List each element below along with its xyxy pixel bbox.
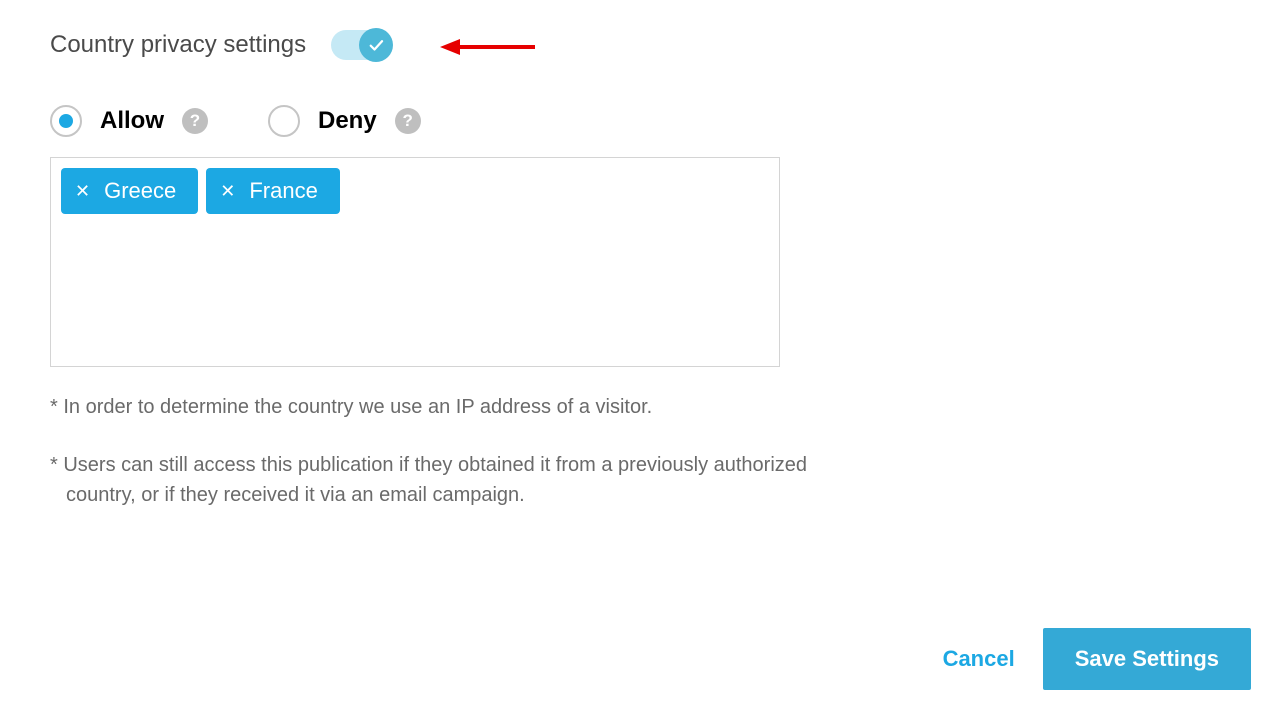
country-tag-label: Greece <box>104 178 176 204</box>
help-icon[interactable]: ? <box>395 108 421 134</box>
country-tag: ✕ Greece <box>61 168 198 214</box>
radio-deny[interactable]: Deny ? <box>268 105 421 137</box>
radio-label-allow: Allow <box>100 107 164 135</box>
mode-radio-group: Allow ? Deny ? <box>50 105 1229 137</box>
save-settings-button[interactable]: Save Settings <box>1043 628 1251 690</box>
section-title: Country privacy settings <box>50 31 306 59</box>
toggle-knob <box>359 28 393 62</box>
disclaimer-ip: * In order to determine the country we u… <box>50 392 830 422</box>
country-tag-container[interactable]: ✕ Greece ✕ France <box>50 157 780 367</box>
privacy-toggle[interactable] <box>331 30 391 60</box>
close-icon[interactable]: ✕ <box>220 182 235 200</box>
radio-allow[interactable]: Allow ? <box>50 105 208 137</box>
cancel-button[interactable]: Cancel <box>943 646 1015 672</box>
radio-circle-deny <box>268 105 300 137</box>
country-tag-label: France <box>249 178 317 204</box>
country-tag: ✕ France <box>206 168 340 214</box>
close-icon[interactable]: ✕ <box>75 182 90 200</box>
disclaimer-access: * Users can still access this publicatio… <box>50 450 830 510</box>
help-icon[interactable]: ? <box>182 108 208 134</box>
radio-circle-allow <box>50 105 82 137</box>
check-icon <box>367 36 385 54</box>
radio-label-deny: Deny <box>318 107 377 135</box>
dialog-buttons: Cancel Save Settings <box>943 628 1251 690</box>
